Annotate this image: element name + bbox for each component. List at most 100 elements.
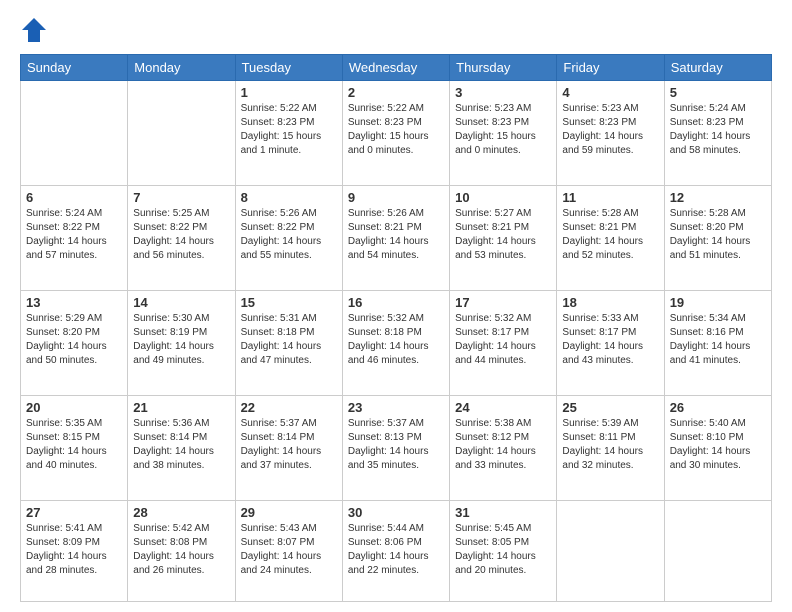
day-info: Sunrise: 5:23 AM Sunset: 8:23 PM Dayligh…: [455, 102, 551, 158]
calendar-week-4: 20 Sunrise: 5:35 AM Sunset: 8:15 PM Dayli…: [21, 395, 772, 500]
day-number: 17: [455, 295, 551, 310]
calendar-cell: 7 Sunrise: 5:25 AM Sunset: 8:22 PM Daylig…: [128, 185, 235, 290]
day-number: 5: [670, 85, 766, 100]
calendar-cell: [664, 500, 771, 601]
day-info: Sunrise: 5:40 AM Sunset: 8:10 PM Dayligh…: [670, 417, 766, 473]
calendar-cell: 15Sunrise: 5:31 AM Sunset: 8:18 PM Dayli…: [235, 290, 342, 395]
day-info: Sunrise: 5:26 AM Sunset: 8:21 PM Dayligh…: [348, 207, 444, 263]
calendar-week-5: 27 Sunrise: 5:41 AM Sunset: 8:09 PM Dayli…: [21, 500, 772, 601]
calendar-cell: 26 Sunrise: 5:40 AM Sunset: 8:10 PM Dayli…: [664, 395, 771, 500]
weekday-header-monday: Monday: [128, 55, 235, 81]
calendar-cell: 24 Sunrise: 5:38 AM Sunset: 8:12 PM Dayli…: [450, 395, 557, 500]
day-info: Sunrise: 5:25 AM Sunset: 8:22 PM Dayligh…: [133, 207, 229, 263]
day-number: 14: [133, 295, 229, 310]
calendar-cell: 8Sunrise: 5:26 AM Sunset: 8:22 PM Daylig…: [235, 185, 342, 290]
calendar-cell: 17 Sunrise: 5:32 AM Sunset: 8:17 PM Dayli…: [450, 290, 557, 395]
calendar-cell: 9 Sunrise: 5:26 AM Sunset: 8:21 PM Daylig…: [342, 185, 449, 290]
weekday-header-tuesday: Tuesday: [235, 55, 342, 81]
day-info: Sunrise: 5:24 AM Sunset: 8:22 PM Dayligh…: [26, 207, 122, 263]
page: SundayMondayTuesdayWednesdayThursdayFrid…: [0, 0, 792, 612]
day-number: 7: [133, 190, 229, 205]
calendar-cell: 22 Sunrise: 5:37 AM Sunset: 8:14 PM Dayli…: [235, 395, 342, 500]
day-number: 25: [562, 400, 658, 415]
day-number: 4: [562, 85, 658, 100]
day-info: Sunrise: 5:37 AM Sunset: 8:13 PM Dayligh…: [348, 417, 444, 473]
day-number: 12: [670, 190, 766, 205]
calendar-cell: 4 Sunrise: 5:23 AM Sunset: 8:23 PM Daylig…: [557, 81, 664, 186]
day-info: Sunrise: 5:24 AM Sunset: 8:23 PM Dayligh…: [670, 102, 766, 158]
day-number: 27: [26, 505, 122, 520]
day-info: Sunrise: 5:32 AM Sunset: 8:17 PM Dayligh…: [455, 312, 551, 368]
logo-icon: [20, 16, 48, 44]
calendar-cell: 2 Sunrise: 5:22 AM Sunset: 8:23 PM Daylig…: [342, 81, 449, 186]
calendar-cell: 21 Sunrise: 5:36 AM Sunset: 8:14 PM Dayli…: [128, 395, 235, 500]
calendar-cell: 30Sunrise: 5:44 AM Sunset: 8:06 PM Dayli…: [342, 500, 449, 601]
day-info: Sunrise: 5:35 AM Sunset: 8:15 PM Dayligh…: [26, 417, 122, 473]
calendar-cell: 3 Sunrise: 5:23 AM Sunset: 8:23 PM Daylig…: [450, 81, 557, 186]
calendar-cell: 14 Sunrise: 5:30 AM Sunset: 8:19 PM Dayli…: [128, 290, 235, 395]
day-info: Sunrise: 5:38 AM Sunset: 8:12 PM Dayligh…: [455, 417, 551, 473]
day-info: Sunrise: 5:33 AM Sunset: 8:17 PM Dayligh…: [562, 312, 658, 368]
day-number: 19: [670, 295, 766, 310]
day-info: Sunrise: 5:30 AM Sunset: 8:19 PM Dayligh…: [133, 312, 229, 368]
calendar-cell: 6Sunrise: 5:24 AM Sunset: 8:22 PM Daylig…: [21, 185, 128, 290]
day-info: Sunrise: 5:36 AM Sunset: 8:14 PM Dayligh…: [133, 417, 229, 473]
day-number: 31: [455, 505, 551, 520]
day-number: 13: [26, 295, 122, 310]
weekday-header-row: SundayMondayTuesdayWednesdayThursdayFrid…: [21, 55, 772, 81]
day-number: 9: [348, 190, 444, 205]
day-info: Sunrise: 5:28 AM Sunset: 8:20 PM Dayligh…: [670, 207, 766, 263]
calendar-cell: 13 Sunrise: 5:29 AM Sunset: 8:20 PM Dayli…: [21, 290, 128, 395]
calendar-week-1: 1 Sunrise: 5:22 AM Sunset: 8:23 PM Daylig…: [21, 81, 772, 186]
day-number: 23: [348, 400, 444, 415]
day-info: Sunrise: 5:23 AM Sunset: 8:23 PM Dayligh…: [562, 102, 658, 158]
day-number: 21: [133, 400, 229, 415]
calendar-cell: 28 Sunrise: 5:42 AM Sunset: 8:08 PM Dayli…: [128, 500, 235, 601]
weekday-header-sunday: Sunday: [21, 55, 128, 81]
day-info: Sunrise: 5:22 AM Sunset: 8:23 PM Dayligh…: [241, 102, 337, 158]
day-number: 24: [455, 400, 551, 415]
day-number: 28: [133, 505, 229, 520]
calendar-cell: 18 Sunrise: 5:33 AM Sunset: 8:17 PM Dayli…: [557, 290, 664, 395]
day-number: 18: [562, 295, 658, 310]
day-info: Sunrise: 5:29 AM Sunset: 8:20 PM Dayligh…: [26, 312, 122, 368]
day-info: Sunrise: 5:22 AM Sunset: 8:23 PM Dayligh…: [348, 102, 444, 158]
day-number: 8: [241, 190, 337, 205]
calendar-cell: [21, 81, 128, 186]
calendar-cell: [557, 500, 664, 601]
day-number: 10: [455, 190, 551, 205]
calendar-cell: 27 Sunrise: 5:41 AM Sunset: 8:09 PM Dayli…: [21, 500, 128, 601]
day-number: 16: [348, 295, 444, 310]
logo: [20, 16, 52, 44]
day-info: Sunrise: 5:34 AM Sunset: 8:16 PM Dayligh…: [670, 312, 766, 368]
calendar-cell: 12 Sunrise: 5:28 AM Sunset: 8:20 PM Dayli…: [664, 185, 771, 290]
day-number: 20: [26, 400, 122, 415]
day-info: Sunrise: 5:37 AM Sunset: 8:14 PM Dayligh…: [241, 417, 337, 473]
day-number: 1: [241, 85, 337, 100]
day-number: 2: [348, 85, 444, 100]
weekday-header-wednesday: Wednesday: [342, 55, 449, 81]
calendar-cell: 5 Sunrise: 5:24 AM Sunset: 8:23 PM Daylig…: [664, 81, 771, 186]
calendar-cell: 16 Sunrise: 5:32 AM Sunset: 8:18 PM Dayli…: [342, 290, 449, 395]
calendar-cell: [128, 81, 235, 186]
day-info: Sunrise: 5:43 AM Sunset: 8:07 PM Dayligh…: [241, 522, 337, 578]
day-info: Sunrise: 5:42 AM Sunset: 8:08 PM Dayligh…: [133, 522, 229, 578]
calendar-week-2: 6Sunrise: 5:24 AM Sunset: 8:22 PM Daylig…: [21, 185, 772, 290]
day-info: Sunrise: 5:41 AM Sunset: 8:09 PM Dayligh…: [26, 522, 122, 578]
weekday-header-friday: Friday: [557, 55, 664, 81]
day-number: 26: [670, 400, 766, 415]
day-number: 29: [241, 505, 337, 520]
calendar-cell: 25Sunrise: 5:39 AM Sunset: 8:11 PM Dayli…: [557, 395, 664, 500]
calendar-table: SundayMondayTuesdayWednesdayThursdayFrid…: [20, 54, 772, 602]
day-number: 3: [455, 85, 551, 100]
calendar-cell: 1 Sunrise: 5:22 AM Sunset: 8:23 PM Daylig…: [235, 81, 342, 186]
calendar-week-3: 13 Sunrise: 5:29 AM Sunset: 8:20 PM Dayli…: [21, 290, 772, 395]
day-number: 22: [241, 400, 337, 415]
calendar-cell: 23 Sunrise: 5:37 AM Sunset: 8:13 PM Dayli…: [342, 395, 449, 500]
day-info: Sunrise: 5:31 AM Sunset: 8:18 PM Dayligh…: [241, 312, 337, 368]
calendar-cell: 10Sunrise: 5:27 AM Sunset: 8:21 PM Dayli…: [450, 185, 557, 290]
calendar-cell: 29 Sunrise: 5:43 AM Sunset: 8:07 PM Dayli…: [235, 500, 342, 601]
header: [20, 16, 772, 44]
day-info: Sunrise: 5:32 AM Sunset: 8:18 PM Dayligh…: [348, 312, 444, 368]
calendar-cell: 11Sunrise: 5:28 AM Sunset: 8:21 PM Dayli…: [557, 185, 664, 290]
